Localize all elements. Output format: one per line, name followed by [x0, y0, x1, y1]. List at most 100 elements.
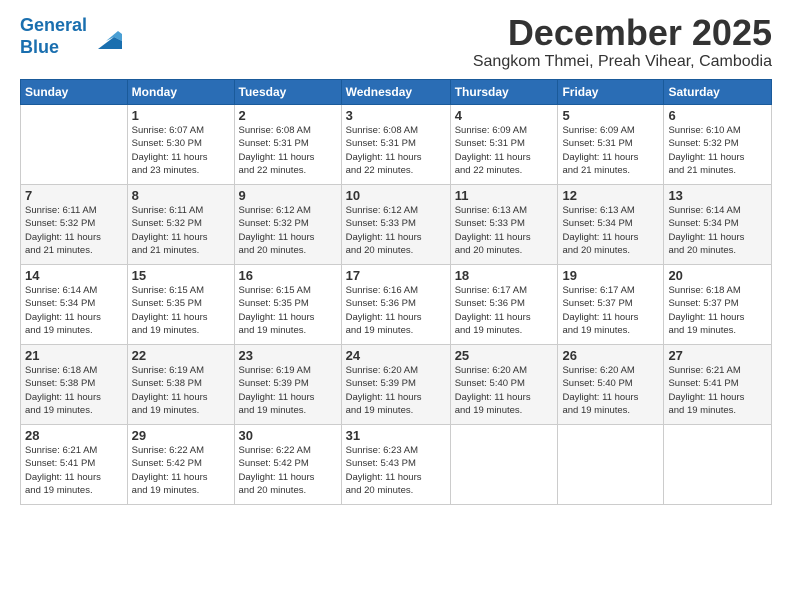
calendar-cell: 28Sunrise: 6:21 AMSunset: 5:41 PMDayligh… [21, 425, 128, 505]
day-info: Sunrise: 6:21 AMSunset: 5:41 PMDaylight:… [668, 364, 767, 417]
header-tuesday: Tuesday [234, 80, 341, 105]
calendar-week-row: 1Sunrise: 6:07 AMSunset: 5:30 PMDaylight… [21, 105, 772, 185]
calendar-cell: 15Sunrise: 6:15 AMSunset: 5:35 PMDayligh… [127, 265, 234, 345]
calendar-cell [450, 425, 558, 505]
day-info: Sunrise: 6:18 AMSunset: 5:38 PMDaylight:… [25, 364, 123, 417]
calendar-cell: 26Sunrise: 6:20 AMSunset: 5:40 PMDayligh… [558, 345, 664, 425]
day-info: Sunrise: 6:17 AMSunset: 5:36 PMDaylight:… [455, 284, 554, 337]
day-info: Sunrise: 6:14 AMSunset: 5:34 PMDaylight:… [668, 204, 767, 257]
day-number: 10 [346, 188, 446, 203]
calendar-cell: 31Sunrise: 6:23 AMSunset: 5:43 PMDayligh… [341, 425, 450, 505]
day-info: Sunrise: 6:08 AMSunset: 5:31 PMDaylight:… [346, 124, 446, 177]
header-friday: Friday [558, 80, 664, 105]
day-info: Sunrise: 6:09 AMSunset: 5:31 PMDaylight:… [562, 124, 659, 177]
day-number: 15 [132, 268, 230, 283]
calendar-cell: 4Sunrise: 6:09 AMSunset: 5:31 PMDaylight… [450, 105, 558, 185]
calendar-cell: 8Sunrise: 6:11 AMSunset: 5:32 PMDaylight… [127, 185, 234, 265]
calendar-cell: 24Sunrise: 6:20 AMSunset: 5:39 PMDayligh… [341, 345, 450, 425]
day-info: Sunrise: 6:20 AMSunset: 5:40 PMDaylight:… [562, 364, 659, 417]
day-number: 3 [346, 108, 446, 123]
day-info: Sunrise: 6:07 AMSunset: 5:30 PMDaylight:… [132, 124, 230, 177]
day-number: 5 [562, 108, 659, 123]
day-info: Sunrise: 6:21 AMSunset: 5:41 PMDaylight:… [25, 444, 123, 497]
day-info: Sunrise: 6:15 AMSunset: 5:35 PMDaylight:… [239, 284, 337, 337]
calendar-week-row: 14Sunrise: 6:14 AMSunset: 5:34 PMDayligh… [21, 265, 772, 345]
day-number: 17 [346, 268, 446, 283]
page: General Blue December 2025 Sangkom Thmei… [0, 0, 792, 612]
calendar-cell: 21Sunrise: 6:18 AMSunset: 5:38 PMDayligh… [21, 345, 128, 425]
calendar-cell: 7Sunrise: 6:11 AMSunset: 5:32 PMDaylight… [21, 185, 128, 265]
calendar-cell: 11Sunrise: 6:13 AMSunset: 5:33 PMDayligh… [450, 185, 558, 265]
day-info: Sunrise: 6:11 AMSunset: 5:32 PMDaylight:… [132, 204, 230, 257]
calendar-cell: 27Sunrise: 6:21 AMSunset: 5:41 PMDayligh… [664, 345, 772, 425]
calendar-cell: 2Sunrise: 6:08 AMSunset: 5:31 PMDaylight… [234, 105, 341, 185]
header: General Blue December 2025 Sangkom Thmei… [20, 15, 772, 71]
day-number: 22 [132, 348, 230, 363]
day-number: 20 [668, 268, 767, 283]
header-thursday: Thursday [450, 80, 558, 105]
header-sunday: Sunday [21, 80, 128, 105]
day-number: 25 [455, 348, 554, 363]
calendar-cell: 13Sunrise: 6:14 AMSunset: 5:34 PMDayligh… [664, 185, 772, 265]
header-saturday: Saturday [664, 80, 772, 105]
calendar-cell: 1Sunrise: 6:07 AMSunset: 5:30 PMDaylight… [127, 105, 234, 185]
day-number: 4 [455, 108, 554, 123]
calendar-week-row: 28Sunrise: 6:21 AMSunset: 5:41 PMDayligh… [21, 425, 772, 505]
calendar-cell: 30Sunrise: 6:22 AMSunset: 5:42 PMDayligh… [234, 425, 341, 505]
logo-text: General Blue [20, 15, 87, 58]
day-number: 29 [132, 428, 230, 443]
day-info: Sunrise: 6:15 AMSunset: 5:35 PMDaylight:… [132, 284, 230, 337]
day-info: Sunrise: 6:17 AMSunset: 5:37 PMDaylight:… [562, 284, 659, 337]
day-number: 13 [668, 188, 767, 203]
day-info: Sunrise: 6:09 AMSunset: 5:31 PMDaylight:… [455, 124, 554, 177]
calendar-cell: 18Sunrise: 6:17 AMSunset: 5:36 PMDayligh… [450, 265, 558, 345]
calendar-cell: 20Sunrise: 6:18 AMSunset: 5:37 PMDayligh… [664, 265, 772, 345]
calendar-week-row: 21Sunrise: 6:18 AMSunset: 5:38 PMDayligh… [21, 345, 772, 425]
day-number: 21 [25, 348, 123, 363]
day-info: Sunrise: 6:20 AMSunset: 5:39 PMDaylight:… [346, 364, 446, 417]
day-info: Sunrise: 6:11 AMSunset: 5:32 PMDaylight:… [25, 204, 123, 257]
day-info: Sunrise: 6:13 AMSunset: 5:33 PMDaylight:… [455, 204, 554, 257]
month-title: December 2025 [473, 15, 772, 51]
calendar-table: Sunday Monday Tuesday Wednesday Thursday… [20, 79, 772, 505]
calendar-cell: 19Sunrise: 6:17 AMSunset: 5:37 PMDayligh… [558, 265, 664, 345]
day-info: Sunrise: 6:22 AMSunset: 5:42 PMDaylight:… [132, 444, 230, 497]
day-number: 14 [25, 268, 123, 283]
day-info: Sunrise: 6:12 AMSunset: 5:32 PMDaylight:… [239, 204, 337, 257]
calendar-cell: 12Sunrise: 6:13 AMSunset: 5:34 PMDayligh… [558, 185, 664, 265]
day-number: 16 [239, 268, 337, 283]
day-info: Sunrise: 6:10 AMSunset: 5:32 PMDaylight:… [668, 124, 767, 177]
day-number: 11 [455, 188, 554, 203]
calendar-week-row: 7Sunrise: 6:11 AMSunset: 5:32 PMDaylight… [21, 185, 772, 265]
day-number: 9 [239, 188, 337, 203]
calendar-cell [558, 425, 664, 505]
day-number: 30 [239, 428, 337, 443]
day-info: Sunrise: 6:13 AMSunset: 5:34 PMDaylight:… [562, 204, 659, 257]
day-number: 2 [239, 108, 337, 123]
calendar-cell [21, 105, 128, 185]
day-info: Sunrise: 6:19 AMSunset: 5:39 PMDaylight:… [239, 364, 337, 417]
title-block: December 2025 Sangkom Thmei, Preah Vihea… [473, 15, 772, 71]
weekday-header-row: Sunday Monday Tuesday Wednesday Thursday… [21, 80, 772, 105]
day-number: 24 [346, 348, 446, 363]
day-number: 18 [455, 268, 554, 283]
day-number: 28 [25, 428, 123, 443]
day-number: 19 [562, 268, 659, 283]
calendar-cell: 5Sunrise: 6:09 AMSunset: 5:31 PMDaylight… [558, 105, 664, 185]
day-info: Sunrise: 6:08 AMSunset: 5:31 PMDaylight:… [239, 124, 337, 177]
calendar-cell: 14Sunrise: 6:14 AMSunset: 5:34 PMDayligh… [21, 265, 128, 345]
logo: General Blue [20, 15, 122, 58]
day-info: Sunrise: 6:12 AMSunset: 5:33 PMDaylight:… [346, 204, 446, 257]
day-info: Sunrise: 6:23 AMSunset: 5:43 PMDaylight:… [346, 444, 446, 497]
header-monday: Monday [127, 80, 234, 105]
day-info: Sunrise: 6:22 AMSunset: 5:42 PMDaylight:… [239, 444, 337, 497]
day-number: 6 [668, 108, 767, 123]
day-number: 12 [562, 188, 659, 203]
calendar-cell: 23Sunrise: 6:19 AMSunset: 5:39 PMDayligh… [234, 345, 341, 425]
day-info: Sunrise: 6:18 AMSunset: 5:37 PMDaylight:… [668, 284, 767, 337]
location-title: Sangkom Thmei, Preah Vihear, Cambodia [473, 53, 772, 71]
calendar-cell: 16Sunrise: 6:15 AMSunset: 5:35 PMDayligh… [234, 265, 341, 345]
day-number: 26 [562, 348, 659, 363]
calendar-cell: 6Sunrise: 6:10 AMSunset: 5:32 PMDaylight… [664, 105, 772, 185]
day-info: Sunrise: 6:16 AMSunset: 5:36 PMDaylight:… [346, 284, 446, 337]
